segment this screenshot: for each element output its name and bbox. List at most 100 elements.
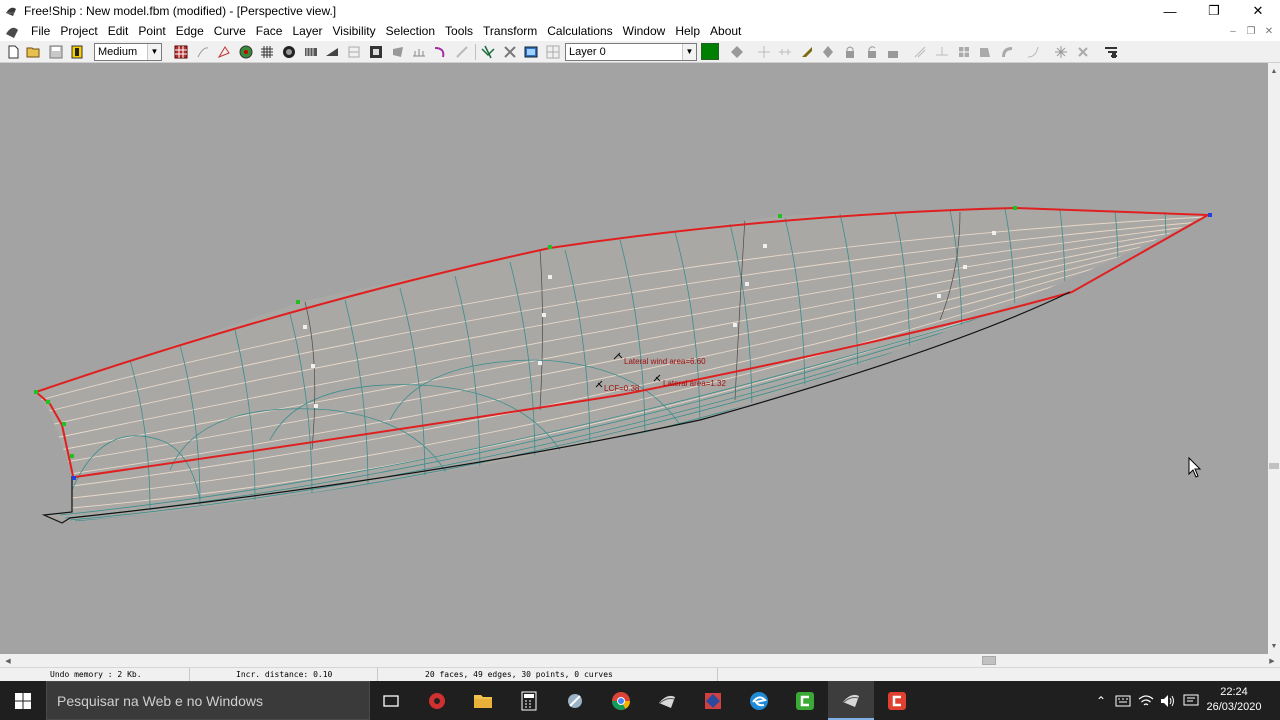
task-view-icon — [383, 694, 399, 707]
taskbar-app-chrome[interactable] — [598, 681, 644, 720]
precision-select[interactable]: Medium ▼ — [94, 43, 162, 61]
taskbar-app-network[interactable] — [690, 681, 736, 720]
unlock-icon[interactable] — [864, 44, 880, 60]
layer-select[interactable]: Layer 0 ▼ — [565, 43, 697, 61]
new-face-icon[interactable] — [956, 44, 972, 60]
pan-icon[interactable] — [502, 44, 518, 60]
menu-transform[interactable]: Transform — [478, 22, 542, 41]
new-file-icon[interactable] — [5, 44, 21, 60]
menu-calculations[interactable]: Calculations — [542, 22, 617, 41]
menu-curve[interactable]: Curve — [209, 22, 251, 41]
hydrostatics-icon[interactable] — [281, 44, 297, 60]
interior-edges-icon[interactable] — [195, 44, 211, 60]
restore-button[interactable]: ❐ — [1192, 0, 1236, 22]
scroll-right-icon[interactable]: ▶ — [1266, 654, 1278, 667]
lock-icon[interactable] — [842, 44, 858, 60]
layer-properties-icon[interactable] — [729, 44, 745, 60]
clock-time: 22:24 — [1220, 686, 1248, 698]
mdi-close-icon[interactable]: ✕ — [1262, 24, 1276, 38]
clock-date: 26/03/2020 — [1206, 701, 1262, 713]
model-counts-status: 20 faces, 49 edges, 30 points, 0 curves — [378, 668, 718, 682]
flip-face-icon[interactable] — [977, 44, 993, 60]
vertical-scrollbar[interactable]: ▲ ▼ — [1268, 63, 1280, 654]
taskbar-app-edge[interactable] — [736, 681, 782, 720]
menu-file[interactable]: File — [26, 22, 55, 41]
taskbar-app-freeship-1[interactable] — [644, 681, 690, 720]
taskbar-app-calculator[interactable] — [506, 681, 552, 720]
stations-icon[interactable] — [303, 44, 319, 60]
split-edge-icon[interactable] — [934, 44, 950, 60]
menu-selection[interactable]: Selection — [381, 22, 440, 41]
notifications-icon[interactable] — [1181, 681, 1201, 720]
minimize-button[interactable]: — — [1148, 0, 1192, 22]
scroll-down-icon[interactable]: ▼ — [1268, 640, 1280, 652]
close-button[interactable]: ✕ — [1236, 0, 1280, 22]
start-button[interactable] — [0, 681, 46, 720]
curve-tool-icon[interactable] — [1025, 44, 1041, 60]
layer-tool-icon[interactable] — [1103, 44, 1119, 60]
export-icon[interactable] — [69, 44, 85, 60]
menu-face[interactable]: Face — [251, 22, 288, 41]
waterlines-icon[interactable] — [346, 44, 362, 60]
hull-shade-icon[interactable] — [390, 44, 406, 60]
menu-layer[interactable]: Layer — [287, 22, 327, 41]
control-net-icon[interactable] — [173, 44, 189, 60]
taskbar-search-box[interactable]: Pesquisar na Web e no Windows — [46, 681, 370, 720]
normals-icon[interactable] — [238, 44, 254, 60]
design-hydrostatics-icon[interactable] — [999, 44, 1015, 60]
open-folder-icon[interactable] — [26, 44, 42, 60]
unlock-all-icon[interactable] — [885, 44, 901, 60]
horizontal-scrollbar[interactable]: ◀ ▶ — [0, 654, 1280, 667]
taskbar-app-freeship-active[interactable] — [828, 681, 874, 720]
mdi-restore-icon[interactable]: ❐ — [1244, 24, 1258, 38]
remove-unused-icon[interactable] — [1075, 44, 1091, 60]
scroll-up-icon[interactable]: ▲ — [1268, 65, 1280, 77]
intersect-icon[interactable] — [1053, 44, 1069, 60]
save-icon[interactable] — [48, 44, 64, 60]
task-view-button[interactable] — [368, 681, 414, 720]
wifi-icon[interactable] — [1136, 681, 1156, 720]
show-hidden-icons-button[interactable]: ⌃ — [1092, 681, 1110, 720]
perspective-viewport[interactable]: Lateral wind area=6.60 Lateral area=1.32… — [0, 63, 1268, 654]
vertical-scroll-thumb[interactable] — [1269, 463, 1279, 469]
add-point-icon[interactable] — [756, 44, 772, 60]
flowlines-icon[interactable] — [411, 44, 427, 60]
taskbar-app-settings-tool[interactable] — [552, 681, 598, 720]
extrude-icon[interactable] — [799, 44, 815, 60]
taskbar-app-camtasia[interactable] — [782, 681, 828, 720]
layer-color-swatch[interactable] — [701, 43, 719, 60]
menu-point[interactable]: Point — [133, 22, 170, 41]
wireframe-icon[interactable] — [545, 44, 561, 60]
menu-tools[interactable]: Tools — [440, 22, 478, 41]
collapse-icon[interactable] — [820, 44, 836, 60]
markers-icon[interactable] — [454, 44, 470, 60]
mdi-child-icon[interactable] — [4, 24, 20, 40]
taskbar-clock[interactable]: 22:24 26/03/2020 — [1204, 685, 1264, 715]
scroll-left-icon[interactable]: ◀ — [2, 654, 14, 667]
new-edge-icon[interactable] — [912, 44, 928, 60]
volume-icon[interactable] — [1158, 681, 1178, 720]
menu-about[interactable]: About — [705, 22, 746, 41]
menu-visibility[interactable]: Visibility — [328, 22, 381, 41]
diagonals-icon[interactable] — [368, 44, 384, 60]
keyboard-icon[interactable] — [1113, 681, 1133, 720]
buttocks-icon[interactable] — [324, 44, 340, 60]
menu-help[interactable]: Help — [670, 22, 705, 41]
camtasia-green-icon — [796, 691, 814, 710]
menu-project[interactable]: Project — [55, 22, 102, 41]
taskbar-app-explorer[interactable] — [460, 681, 506, 720]
show-curves-icon[interactable] — [216, 44, 232, 60]
insert-edge-icon[interactable] — [777, 44, 793, 60]
zoom-extents-icon[interactable] — [480, 44, 496, 60]
curvature-icon[interactable] — [432, 44, 448, 60]
shade-mode-icon[interactable] — [523, 44, 539, 60]
menu-edit[interactable]: Edit — [103, 22, 134, 41]
taskbar-app-recorder[interactable] — [874, 681, 920, 720]
horizontal-scroll-thumb[interactable] — [982, 656, 996, 665]
freeship-app-icon[interactable] — [4, 4, 18, 18]
menu-edge[interactable]: Edge — [171, 22, 209, 41]
grid-icon[interactable] — [259, 44, 275, 60]
menu-window[interactable]: Window — [618, 22, 671, 41]
taskbar-app-freecad[interactable] — [414, 681, 460, 720]
mdi-minimize-icon[interactable]: – — [1226, 24, 1240, 38]
